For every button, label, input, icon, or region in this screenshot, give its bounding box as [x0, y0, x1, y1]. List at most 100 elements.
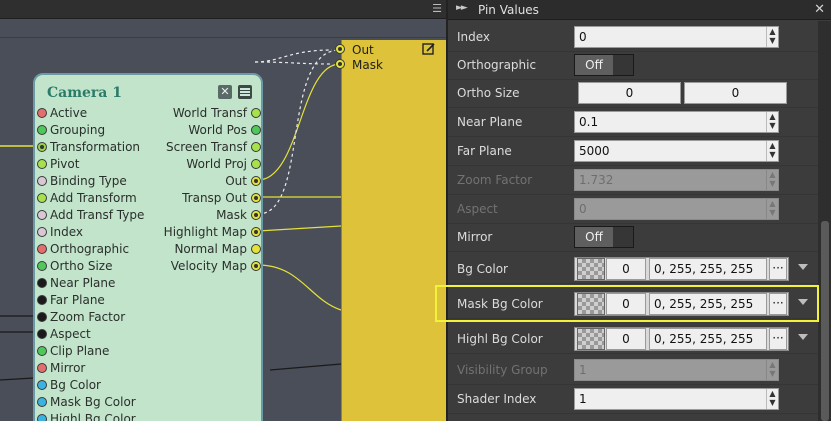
prop-label: Orthographic — [457, 58, 537, 72]
more-options-button[interactable]: ··· — [769, 258, 787, 280]
pin-dot-icon[interactable] — [251, 125, 261, 135]
node-pin-output[interactable]: Out — [145, 173, 263, 190]
pin-dot-icon[interactable] — [37, 176, 47, 186]
pin-dot-icon[interactable] — [251, 227, 261, 237]
highl-bg-color-rgba-input[interactable]: 0, 255, 255, 255 — [649, 328, 767, 350]
pin-dot-icon[interactable] — [37, 363, 47, 373]
node-pin-output[interactable]: Highlight Map — [145, 224, 263, 241]
highl-bg-color-alpha-input[interactable]: 0 — [606, 328, 646, 350]
panel-scrollbar[interactable] — [818, 21, 831, 421]
color-swatch[interactable] — [577, 258, 605, 280]
node-pin-input[interactable]: Bg Color — [35, 377, 185, 394]
field-value: 0 — [579, 202, 587, 216]
pin-dot-icon[interactable] — [251, 108, 261, 118]
pin-dot-icon[interactable] — [37, 244, 47, 254]
mirror-toggle[interactable]: Off — [574, 226, 634, 248]
pin-dot-icon[interactable] — [251, 176, 261, 186]
spinner-arrows-icon[interactable]: ▲ ▼ — [766, 27, 778, 47]
pin-dot-icon[interactable] — [251, 193, 261, 203]
bg-color-rgba-input[interactable]: 0, 255, 255, 255 — [649, 258, 767, 280]
pin-label: Binding Type — [50, 174, 127, 188]
node-pin-output[interactable]: Mask — [145, 207, 263, 224]
pin-dot-icon[interactable] — [251, 244, 261, 254]
prop-label: Mirror — [457, 230, 493, 244]
pin-dot-icon[interactable] — [37, 210, 47, 220]
pin-dot-icon[interactable] — [37, 414, 47, 421]
pin-dot-icon[interactable] — [37, 193, 47, 203]
color-swatch[interactable] — [577, 328, 605, 350]
pin-dot-icon[interactable] — [37, 261, 47, 271]
spinner-arrows-icon[interactable]: ▲ ▼ — [766, 141, 778, 161]
output-node[interactable] — [341, 40, 446, 421]
pin-label: Screen Transf — [165, 140, 247, 154]
output-pin-icon[interactable] — [335, 44, 345, 54]
toggle-state: Off — [575, 227, 613, 247]
hamburger-icon[interactable] — [238, 85, 252, 99]
near-plane-input[interactable]: 0.1 ▲ ▼ — [574, 111, 779, 133]
node-pin-input[interactable]: Far Plane — [35, 292, 185, 309]
node-pin-input[interactable]: Zoom Factor — [35, 309, 185, 326]
close-icon[interactable]: ✕ — [218, 85, 232, 99]
pin-label: Highl Bg Color — [50, 412, 136, 421]
node-pin-input[interactable]: Highl Bg Color — [35, 411, 185, 421]
pin-dot-icon[interactable] — [251, 210, 261, 220]
more-options-button[interactable]: ··· — [769, 328, 787, 350]
node-pin-input[interactable]: Mirror — [35, 360, 185, 377]
ortho-size-x-input[interactable]: 0 — [578, 82, 681, 104]
edit-icon[interactable] — [422, 42, 436, 56]
pin-dot-icon[interactable] — [37, 312, 47, 322]
pin-dot-icon[interactable] — [37, 108, 47, 118]
spinner-arrows-icon[interactable]: ▲ ▼ — [766, 389, 778, 409]
pin-dot-icon[interactable] — [251, 261, 261, 271]
node-pin-output[interactable]: Screen Transf — [145, 139, 263, 156]
bg-color-alpha-input[interactable]: 0 — [606, 258, 646, 280]
scrollbar-thumb[interactable] — [821, 221, 829, 421]
orthographic-toggle[interactable]: Off — [574, 54, 634, 76]
close-icon[interactable]: ✕ — [814, 2, 825, 17]
zoom-factor-input: 1.732 ▲ ▼ — [574, 169, 779, 191]
ortho-size-y-input[interactable]: 0 — [684, 82, 787, 104]
chevron-down-icon[interactable] — [798, 334, 808, 340]
pin-label: Mask Bg Color — [50, 395, 136, 409]
rgba-value: 0, 255, 255, 255 — [654, 332, 754, 346]
camera-node[interactable]: Camera 1 ✕ Active Grouping Transformation P… — [33, 73, 263, 421]
pin-label: Transformation — [50, 140, 141, 154]
output-pin-icon[interactable] — [335, 59, 345, 69]
wire-out-dashed — [254, 49, 333, 63]
spinner-arrows-icon: ▲ ▼ — [766, 199, 778, 219]
pin-dot-icon[interactable] — [37, 380, 47, 390]
prop-row-aspect: Aspect 0 ▲ ▼ — [448, 195, 818, 224]
node-pin-input[interactable]: Near Plane — [35, 275, 185, 292]
toggle-track — [613, 55, 633, 75]
pin-dot-icon[interactable] — [37, 346, 47, 356]
pin-dot-icon[interactable] — [251, 159, 261, 169]
pin-dot-icon[interactable] — [37, 397, 47, 407]
pin-dot-icon[interactable] — [37, 329, 47, 339]
node-pin-output[interactable]: World Proj — [145, 156, 263, 173]
pin-dot-icon[interactable] — [37, 295, 47, 305]
double-arrow-icon[interactable]: ►► — [456, 3, 468, 13]
node-pin-output[interactable]: Velocity Map — [145, 258, 263, 275]
index-input[interactable]: 0 ▲ ▼ — [574, 26, 779, 48]
node-pin-output[interactable]: Transp Out — [145, 190, 263, 207]
node-pin-input[interactable]: Mask Bg Color — [35, 394, 185, 411]
toggle-state: Off — [575, 55, 613, 75]
spinner-arrows-icon[interactable]: ▲ ▼ — [766, 112, 778, 132]
pin-dot-icon[interactable] — [37, 227, 47, 237]
pin-dot-icon[interactable] — [37, 125, 47, 135]
far-plane-input[interactable]: 5000 ▲ ▼ — [574, 140, 779, 162]
node-pin-output[interactable]: Normal Map — [145, 241, 263, 258]
pin-dot-icon[interactable] — [37, 142, 47, 152]
shader-index-input[interactable]: 1 ▲ ▼ — [574, 388, 779, 410]
chevron-down-icon[interactable] — [798, 264, 808, 270]
node-pin-input[interactable]: Aspect — [35, 326, 185, 343]
node-graph[interactable]: ☰ Out Mask Camera 1 ✕ Active Grouping Tr… — [0, 0, 446, 421]
pin-dot-icon[interactable] — [37, 159, 47, 169]
pin-dot-icon[interactable] — [37, 278, 47, 288]
node-pin-output[interactable]: World Transf — [145, 105, 263, 122]
prop-row-zoom-factor: Zoom Factor 1.732 ▲ ▼ — [448, 166, 818, 195]
pin-dot-icon[interactable] — [251, 142, 261, 152]
pin-label: Velocity Map — [170, 259, 247, 273]
node-pin-input[interactable]: Clip Plane — [35, 343, 185, 360]
node-pin-output[interactable]: World Pos — [145, 122, 263, 139]
